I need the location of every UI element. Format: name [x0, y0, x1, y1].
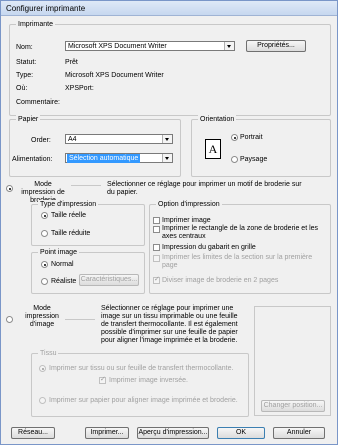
split-two-pages-label: Diviser image de broderie en 2 pages [162, 277, 279, 284]
reduced-size-label: Taille réduite [51, 230, 91, 237]
normal-radio[interactable] [41, 261, 48, 268]
title-bar: Configurer imprimante [1, 1, 337, 16]
orientation-letter: A [208, 142, 218, 156]
printer-name-value: Microsoft XPS Document Writer [68, 43, 167, 50]
chevron-down-icon [162, 154, 172, 162]
print-section-limits-label: Imprimer les limites de la section sur l… [162, 254, 313, 269]
chevron-down-icon [224, 42, 234, 50]
where-label: Où: [16, 85, 28, 92]
properties-button[interactable]: Propriétés... [246, 40, 306, 52]
paper-feed-value: Sélection automatique [67, 154, 141, 163]
print-options-legend: Option d'impression [156, 200, 222, 209]
print-button[interactable]: Imprimer... [85, 427, 129, 439]
paper-align-radio[interactable] [39, 397, 46, 404]
chevron-down-icon [162, 135, 172, 143]
actual-size-label: Taille réelle [51, 212, 87, 219]
fabric-print-radio[interactable] [39, 365, 46, 372]
image-mode-description: Sélectionner ce réglage pour imprimer un… [101, 305, 238, 344]
image-mode-label: Mode impression d'image [25, 305, 59, 328]
type-label: Type: [16, 72, 34, 79]
where-value: XPSPort: [65, 85, 94, 92]
embroidery-mode-description: Sélectionner ce réglage pour imprimer un… [107, 181, 302, 196]
fabric-group: Tissu [31, 349, 249, 417]
status-value: Prêt [65, 59, 78, 66]
print-section-limits-checkbox[interactable] [153, 255, 160, 262]
orientation-legend: Orientation [198, 115, 237, 124]
print-grid-label: Impression du gabarit en grille [162, 244, 256, 251]
print-type-group: Type d'impression [31, 200, 145, 246]
ok-button[interactable]: OK [217, 427, 265, 439]
order-label: Order: [31, 137, 51, 144]
invert-image-checkbox[interactable] [99, 375, 106, 384]
fabric-legend: Tissu [38, 349, 59, 358]
type-value: Microsoft XPS Document Writer [65, 72, 164, 79]
print-grid-checkbox[interactable] [153, 244, 160, 251]
paper-size-value: A4 [68, 136, 77, 143]
paper-align-label: Imprimer sur papier pour aligner image i… [49, 397, 238, 404]
landscape-label: Paysage [240, 156, 268, 163]
image-mode-radio[interactable] [6, 316, 13, 323]
change-position-button[interactable]: Changer position... [261, 400, 325, 412]
window-title: Configurer imprimante [6, 4, 86, 13]
reduced-size-radio[interactable] [41, 230, 48, 237]
status-label: Statut: [16, 59, 37, 66]
print-preview-button[interactable]: Aperçu d'impression... [137, 427, 209, 439]
actual-size-radio[interactable] [41, 212, 48, 219]
feed-label: Alimentation: [12, 156, 53, 163]
paper-feed-select[interactable]: Sélection automatique [65, 153, 173, 163]
realistic-radio[interactable] [41, 278, 48, 285]
network-button[interactable]: Réseau... [11, 427, 55, 439]
fabric-print-label: Imprimer sur tissu ou sur feuille de tra… [49, 365, 234, 372]
print-image-label: Imprimer image [162, 217, 211, 224]
embroidery-mode-radio[interactable] [6, 185, 13, 192]
printer-setup-dialog: Configurer imprimante Imprimante Nom: Mi… [0, 0, 338, 445]
split-two-pages-checkbox[interactable] [153, 275, 160, 284]
printer-name-select[interactable]: Microsoft XPS Document Writer [65, 41, 235, 51]
point-image-group: Point image [31, 248, 145, 294]
print-image-checkbox[interactable] [153, 217, 160, 224]
normal-label: Normal [51, 261, 74, 268]
embroidery-mode-separator [71, 185, 101, 186]
point-image-legend: Point image [38, 248, 79, 257]
portrait-radio[interactable] [231, 134, 238, 141]
paper-group: Papier [9, 115, 181, 177]
paper-size-select[interactable]: A4 [65, 134, 173, 144]
print-type-legend: Type d'impression [38, 200, 99, 209]
realistic-label: Réaliste [51, 278, 77, 285]
print-rectangle-label: Imprimer le rectangle de la zone de brod… [162, 225, 319, 240]
print-rectangle-checkbox[interactable] [153, 226, 160, 233]
cancel-button[interactable]: Annuler [273, 427, 325, 439]
landscape-radio[interactable] [231, 156, 238, 163]
printer-legend: Imprimante [16, 20, 56, 29]
portrait-label: Portrait [240, 134, 263, 141]
invert-image-label: Imprimer image inversée. [109, 377, 188, 384]
name-label: Nom: [16, 44, 33, 51]
orientation-page-icon: A [205, 139, 221, 159]
paper-legend: Papier [16, 115, 41, 124]
characteristics-button[interactable]: Caractéristiques... [79, 274, 139, 286]
comment-label: Commentaire: [16, 99, 60, 106]
image-mode-separator [65, 319, 95, 320]
